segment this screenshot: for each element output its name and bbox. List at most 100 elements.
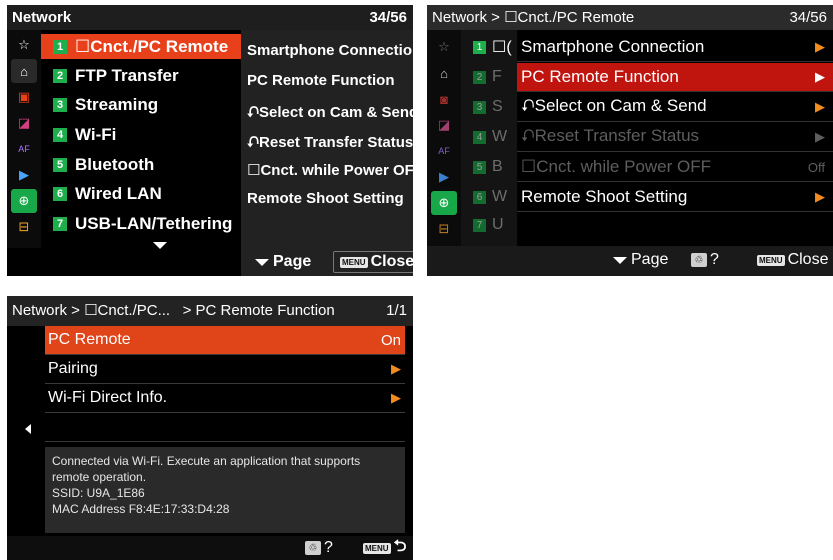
smartphone-connection-item[interactable]: Smartphone Connection ▶ xyxy=(517,33,833,62)
exposure-icon[interactable]: ◪ xyxy=(431,113,457,137)
pc-remote-function-screen: Network > ☐Cnct./PC... > PC Remote Funct… xyxy=(7,296,413,560)
info-text: Connected via Wi-Fi. Execute an applicat… xyxy=(52,454,361,468)
footer-bar: Page ♲ ? MENU Close xyxy=(427,246,833,276)
trash-key-icon: ♲ xyxy=(691,253,707,267)
af-mf-icon[interactable]: AF xyxy=(11,137,37,161)
return-icon: ⮌ xyxy=(393,537,407,555)
breadcrumb: Network > ☐Cnct./PC Remote xyxy=(432,9,635,26)
menu-item-wired-lan[interactable]: 6 Wired LAN xyxy=(41,181,241,206)
item-label: Wired LAN xyxy=(75,183,162,203)
cnct-while-power-off-item[interactable]: ☐Cnct. while Power OFF Off xyxy=(517,153,833,182)
item-label: ⮏Select on Cam & Send xyxy=(521,95,707,115)
item-number: 2 xyxy=(53,68,67,83)
playback-icon[interactable]: ▶ xyxy=(11,163,37,187)
menu-item-ftp-transfer[interactable]: 2 FTP Transfer xyxy=(41,63,241,88)
preview-item[interactable]: ⮏Select on Cam & Send xyxy=(247,102,413,127)
preview-item[interactable]: Remote Shoot Setting xyxy=(247,190,404,207)
back-arrow-icon[interactable] xyxy=(25,424,31,434)
item-label: Remote Shoot Setting xyxy=(521,187,688,206)
parent-item[interactable]: 3 S xyxy=(461,96,503,118)
home-camera-icon[interactable]: ⌂ xyxy=(431,61,457,85)
chevron-right-icon: ▶ xyxy=(815,39,825,54)
page-button[interactable]: Page xyxy=(613,249,668,271)
help-label: ? xyxy=(710,251,719,268)
item-label: Wi-Fi xyxy=(75,124,117,144)
remote-shoot-setting-item[interactable]: Remote Shoot Setting ▶ xyxy=(517,183,833,212)
parent-item[interactable]: 2 F xyxy=(461,66,502,88)
af-mf-icon[interactable]: AF xyxy=(431,139,457,163)
pc-remote-function-item[interactable]: PC Remote Function ▶ xyxy=(517,63,833,92)
parent-item[interactable]: 5 B xyxy=(461,156,503,178)
network-icon[interactable]: ⊕ xyxy=(431,191,457,215)
exposure-icon[interactable]: ◪ xyxy=(11,111,37,135)
item-number: 3 xyxy=(53,97,67,112)
breadcrumb: Network > ☐Cnct./PC... > PC Remote Funct… xyxy=(12,302,335,319)
info-text: remote operation. xyxy=(52,470,147,484)
close-button[interactable]: MENU Close xyxy=(757,249,828,271)
help-button[interactable]: ♲ ? xyxy=(305,537,333,559)
item-label: W xyxy=(492,128,508,145)
chevron-right-icon: ▶ xyxy=(815,99,825,114)
network-menu-screen: Network 34/56 ☆ ⌂ ▣ ◪ AF ▶ ⊕ ⊟ 1 ☐Cnct./… xyxy=(7,5,413,276)
wifi-direct-info-item[interactable]: Wi-Fi Direct Info. ▶ xyxy=(45,384,405,413)
preview-item[interactable]: ⮏Reset Transfer Status xyxy=(247,132,413,157)
menu-item-cnct-pc-remote[interactable]: 1 ☐Cnct./PC Remote xyxy=(41,34,241,59)
pairing-item[interactable]: Pairing ▶ xyxy=(45,355,405,384)
network-icon[interactable]: ⊕ xyxy=(11,189,37,213)
reset-transfer-status-item[interactable]: ⮏Reset Transfer Status ▶ xyxy=(517,123,833,152)
toolbox-icon[interactable]: ⊟ xyxy=(431,217,457,241)
item-number: 3 xyxy=(473,100,486,114)
item-label: ☐Cnct./PC Remote xyxy=(75,36,229,56)
help-button[interactable]: ♲ ? xyxy=(691,249,719,271)
return-button[interactable]: MENU ⮌ xyxy=(363,537,406,559)
preview-item[interactable]: Smartphone Connection xyxy=(247,42,413,59)
scroll-down-icon[interactable] xyxy=(153,242,167,249)
page-number: 34/56 xyxy=(789,9,827,26)
item-label: Wi-Fi Direct Info. xyxy=(48,389,168,406)
item-value: Off xyxy=(807,159,825,175)
item-label: U xyxy=(492,216,504,233)
footer-bar: ♲ ? MENU ⮌ xyxy=(7,536,413,560)
menu-item-streaming[interactable]: 3 Streaming xyxy=(41,92,241,117)
item-label: FTP Transfer xyxy=(75,65,179,85)
home-camera-icon[interactable]: ⌂ xyxy=(11,59,37,83)
page-title: Network xyxy=(12,9,72,26)
toolbox-icon[interactable]: ⊟ xyxy=(11,215,37,239)
header-bar: Network > ☐Cnct./PC... > PC Remote Funct… xyxy=(7,296,413,326)
star-icon[interactable]: ☆ xyxy=(11,33,37,57)
pc-remote-item[interactable]: PC Remote On xyxy=(45,326,405,355)
category-icon-column: ☆ ⌂ ▣ ◪ AF ▶ ⊕ ⊟ xyxy=(7,30,41,248)
parent-item[interactable]: 6 W xyxy=(461,186,507,208)
page-label: Page xyxy=(273,253,312,270)
item-label: ☐( xyxy=(492,39,512,56)
parent-item[interactable]: 7 U xyxy=(461,214,504,236)
item-number: 4 xyxy=(473,130,486,144)
page-down-icon xyxy=(613,256,627,264)
item-number: 5 xyxy=(473,160,486,174)
parent-menu-column: 1 ☐( 2 F 3 S 4 W 5 B 6 W 7 U xyxy=(461,30,517,246)
parent-item[interactable]: 1 ☐( xyxy=(461,36,512,58)
camera-settings-icon[interactable]: ▣ xyxy=(11,85,37,109)
camera-settings-icon[interactable]: ◙ xyxy=(431,87,457,111)
close-button[interactable]: MENU Close xyxy=(333,251,413,273)
chevron-right-icon: ▶ xyxy=(815,189,825,204)
item-label: F xyxy=(492,68,502,85)
chevron-right-icon: ▶ xyxy=(815,129,825,144)
select-on-cam-send-item[interactable]: ⮏Select on Cam & Send ▶ xyxy=(517,93,833,122)
item-label: ☐Cnct. while Power OFF xyxy=(521,157,712,176)
item-label: W xyxy=(492,188,508,205)
item-label: B xyxy=(492,158,503,175)
menu-item-bluetooth[interactable]: 5 Bluetooth xyxy=(41,152,241,177)
parent-item[interactable]: 4 W xyxy=(461,126,507,148)
preview-item[interactable]: ☐Cnct. while Power OFF xyxy=(247,161,413,179)
item-label: USB-LAN/Tethering xyxy=(75,213,233,233)
page-number: 34/56 xyxy=(369,9,407,26)
chevron-right-icon: ▶ xyxy=(815,69,825,84)
preview-item[interactable]: PC Remote Function xyxy=(247,72,395,89)
menu-item-usb-lan-tethering[interactable]: 7 USB-LAN/Tethering xyxy=(41,211,241,236)
header-bar: Network > ☐Cnct./PC Remote 34/56 xyxy=(427,5,833,30)
star-icon[interactable]: ☆ xyxy=(431,35,457,59)
playback-icon[interactable]: ▶ xyxy=(431,165,457,189)
page-button[interactable]: Page xyxy=(255,251,311,273)
menu-item-wifi[interactable]: 4 Wi-Fi xyxy=(41,122,241,147)
